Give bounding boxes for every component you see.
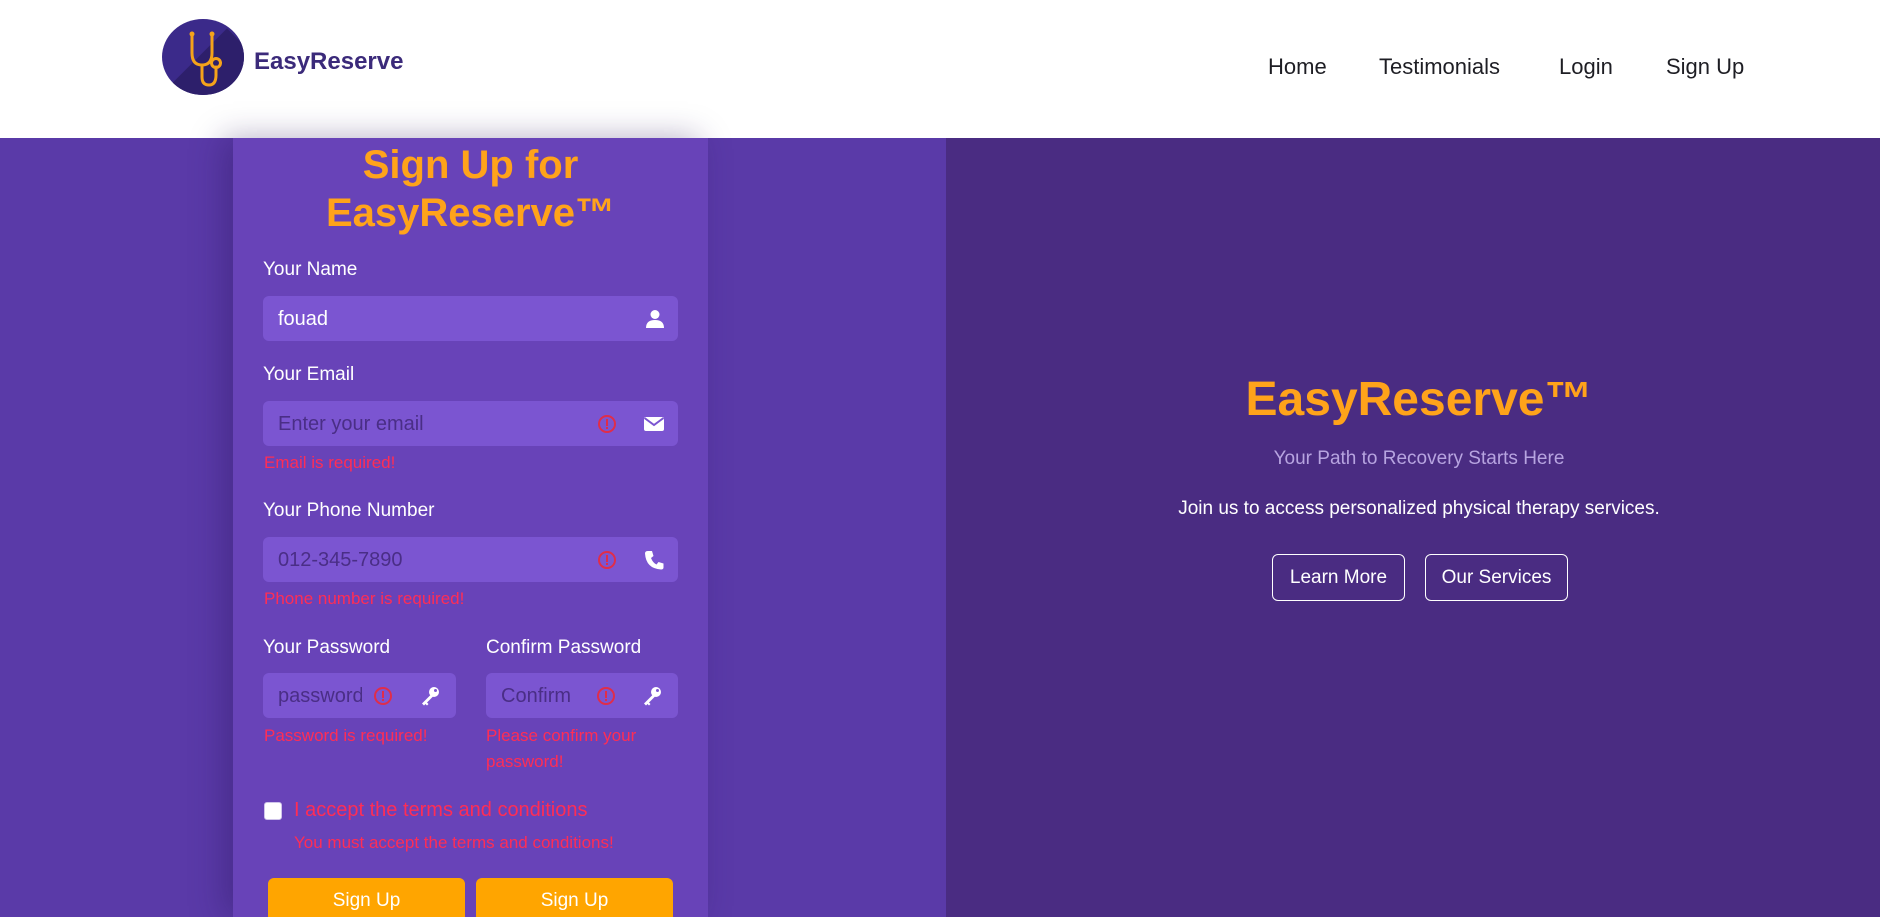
email-label: Your Email — [263, 364, 355, 385]
name-value: fouad — [278, 308, 329, 330]
phone-error: Phone number is required! — [264, 589, 465, 608]
nav-home[interactable]: Home — [1268, 54, 1327, 80]
site-header: EasyReserve Home Testimonials Login Sign… — [0, 0, 1880, 138]
promo-title: EasyReserve™ — [1245, 373, 1593, 426]
confirm-error-icon — [597, 687, 615, 705]
sign-up-button-2[interactable]: Sign Up — [476, 878, 673, 917]
email-error: Email is required! — [264, 453, 396, 472]
terms-checkbox[interactable] — [264, 802, 282, 820]
nav-testimonials[interactable]: Testimonials — [1379, 54, 1500, 80]
key-icon — [422, 687, 439, 706]
email-field[interactable]: Enter your email — [263, 401, 678, 446]
confirm-password-placeholder: Confirm — [501, 685, 572, 707]
stethoscope-icon[interactable] — [162, 19, 244, 95]
promo-subtitle: Your Path to Recovery Starts Here — [1273, 448, 1565, 469]
key-icon — [644, 687, 661, 706]
password-error: Password is required! — [264, 726, 428, 745]
stethoscope-graphic — [189, 31, 222, 87]
learn-more-button[interactable]: Learn More — [1272, 554, 1405, 601]
nav-sign-up[interactable]: Sign Up — [1666, 54, 1744, 80]
our-services-button[interactable]: Our Services — [1425, 554, 1568, 601]
phone-icon — [645, 551, 664, 570]
envelope-icon — [643, 417, 665, 431]
confirm-password-label: Confirm Password — [486, 637, 642, 658]
terms-error: You must accept the terms and conditions… — [294, 833, 614, 852]
phone-field[interactable]: 012-345-7890 — [263, 537, 678, 582]
sign-up-button-1[interactable]: Sign Up — [268, 878, 465, 917]
promo-text: Join us to access personalized physical … — [1178, 498, 1660, 519]
brand-name[interactable]: EasyReserve — [254, 48, 403, 76]
password-label: Your Password — [263, 637, 391, 658]
phone-error-icon — [598, 551, 616, 569]
confirm-password-error-line2: password! — [486, 752, 564, 771]
nav-login[interactable]: Login — [1559, 54, 1613, 80]
password-error-icon — [374, 687, 392, 705]
email-error-icon — [598, 415, 616, 433]
name-label: Your Name — [263, 259, 358, 280]
password-placeholder: password — [278, 685, 362, 707]
right-panel — [946, 138, 1880, 917]
confirm-password-field[interactable]: Confirm — [486, 673, 678, 718]
form-title: Sign Up for EasyReserve™ — [325, 143, 616, 235]
password-field[interactable]: password — [263, 673, 456, 718]
phone-label: Your Phone Number — [263, 500, 435, 521]
terms-label[interactable]: I accept the terms and conditions — [294, 799, 588, 822]
name-field[interactable]: fouad — [263, 296, 678, 341]
email-placeholder: Enter your email — [278, 413, 424, 435]
phone-placeholder: 012-345-7890 — [278, 549, 403, 571]
user-icon — [646, 310, 664, 328]
confirm-password-error-line1: Please confirm your — [486, 726, 637, 745]
